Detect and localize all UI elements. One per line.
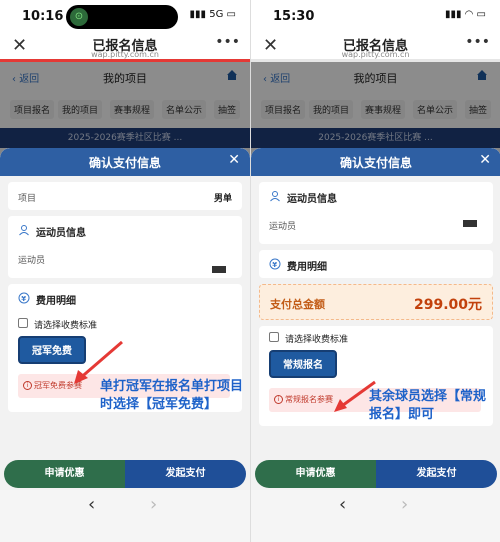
svg-text:¥: ¥ — [272, 261, 277, 269]
athlete-section-title: 运动员信息 — [8, 216, 242, 244]
start-payment-button[interactable]: 发起支付 — [125, 460, 246, 488]
list-icon — [269, 332, 279, 342]
left-screenshot: 10:16 ⊙ ▮▮▮ 5G ▭ ✕ 已报名信息 wap.pitty.com.c… — [0, 0, 250, 542]
right-screenshot: 15:30 ▮▮▮ ◠ ▭ ✕ 已报名信息 wap.pitty.com.cn •… — [250, 0, 500, 542]
athlete-section-title: 运动员信息 — [259, 182, 493, 210]
choose-fee-text: 请选择收费标准 — [285, 335, 349, 345]
nav-forward-icon[interactable]: › — [150, 494, 157, 515]
athlete-section-label: 运动员信息 — [36, 228, 86, 239]
signal-icon: ▮▮▮ ◠ ▭ — [444, 9, 486, 20]
close-icon[interactable]: ✕ — [228, 152, 240, 168]
annotation-text: 单打冠军在报名单打项目时选择【冠军免费】 — [100, 379, 244, 412]
info-icon: i — [274, 395, 283, 404]
regular-registration-button[interactable]: 常规报名 — [269, 350, 337, 378]
browser-url: wap.pitty.com.cn — [341, 50, 410, 59]
nav-forward-icon[interactable]: › — [401, 494, 408, 515]
nav-back-icon[interactable]: ‹ — [339, 494, 346, 515]
browser-url: wap.pitty.com.cn — [91, 50, 159, 59]
browser-bar: ✕ 已报名信息 wap.pitty.com.cn ••• — [251, 32, 500, 62]
app-activity-icon: ⊙ — [70, 8, 88, 26]
user-icon — [270, 191, 280, 202]
athlete-row: 运动员 — [259, 210, 493, 244]
more-icon[interactable]: ••• — [465, 34, 490, 50]
status-bar: 15:30 ▮▮▮ ◠ ▭ — [251, 0, 500, 32]
browser-bar: ✕ 已报名信息 wap.pitty.com.cn ••• — [0, 32, 250, 62]
fee-summary-card: ¥ 费用明细 — [259, 250, 493, 278]
svg-text:¥: ¥ — [21, 295, 26, 303]
fee-note-text: 常规报名参赛 — [285, 395, 333, 404]
total-label: 支付总金额 — [270, 298, 325, 311]
fee-section-label: 费用明细 — [36, 296, 76, 307]
athlete-section-label: 运动员信息 — [287, 194, 337, 205]
status-bar: 10:16 ⊙ ▮▮▮ 5G ▭ — [0, 0, 250, 32]
status-time: 10:16 — [22, 9, 64, 24]
yen-icon: ¥ — [269, 258, 281, 270]
action-bar: 申请优惠 发起支付 — [4, 460, 246, 488]
nav-back-icon[interactable]: ‹ — [88, 494, 95, 515]
fee-section-label: 费用明细 — [287, 262, 327, 273]
choose-fee-label: 请选择收费标准 — [259, 326, 493, 348]
status-time: 15:30 — [273, 9, 315, 24]
choose-fee-text: 请选择收费标准 — [34, 321, 98, 331]
total-value: 299.00元 — [413, 297, 482, 313]
signal-icon: ▮▮▮ 5G ▭ — [189, 9, 236, 20]
athlete-row: 运动员 — [8, 244, 242, 278]
browser-nav: ‹ › — [251, 490, 500, 542]
project-value: 男单 — [213, 194, 232, 204]
fee-section-title: ¥ 费用明细 — [259, 250, 493, 278]
sheet-header: 确认支付信息 ✕ — [0, 148, 250, 176]
project-row: 项目 男单 — [8, 182, 242, 210]
apply-discount-button[interactable]: 申请优惠 — [4, 460, 125, 488]
apply-discount-button[interactable]: 申请优惠 — [255, 460, 376, 488]
project-label: 项目 — [18, 194, 37, 204]
project-card: 项目 男单 — [8, 182, 242, 210]
annotation-text: 其余球员选择【常规报名】即可 — [369, 389, 487, 422]
athlete-card: 运动员信息 运动员 — [8, 216, 242, 278]
action-bar: 申请优惠 发起支付 — [255, 460, 497, 488]
total-amount-box: 支付总金额 299.00元 — [259, 284, 493, 320]
athlete-label: 运动员 — [18, 256, 46, 266]
athlete-name-masked — [463, 220, 477, 227]
network-type: 5G — [209, 9, 224, 20]
dynamic-island: ⊙ — [66, 5, 178, 29]
athlete-card: 运动员信息 运动员 — [259, 182, 493, 244]
sheet-title: 确认支付信息 — [339, 156, 412, 170]
athlete-name-masked — [212, 266, 226, 273]
fee-section-title: ¥ 费用明细 — [8, 284, 242, 312]
sheet-header: 确认支付信息 ✕ — [251, 148, 500, 176]
more-icon[interactable]: ••• — [215, 34, 240, 50]
user-icon — [19, 225, 29, 236]
sheet-title: 确认支付信息 — [88, 156, 161, 170]
start-payment-button[interactable]: 发起支付 — [376, 460, 497, 488]
choose-fee-label: 请选择收费标准 — [8, 312, 242, 334]
yen-icon: ¥ — [18, 292, 30, 304]
athlete-label: 运动员 — [269, 222, 297, 232]
list-icon — [18, 318, 28, 328]
browser-nav: ‹ › — [0, 490, 250, 542]
close-icon[interactable]: ✕ — [479, 152, 491, 168]
info-icon: i — [23, 381, 32, 390]
